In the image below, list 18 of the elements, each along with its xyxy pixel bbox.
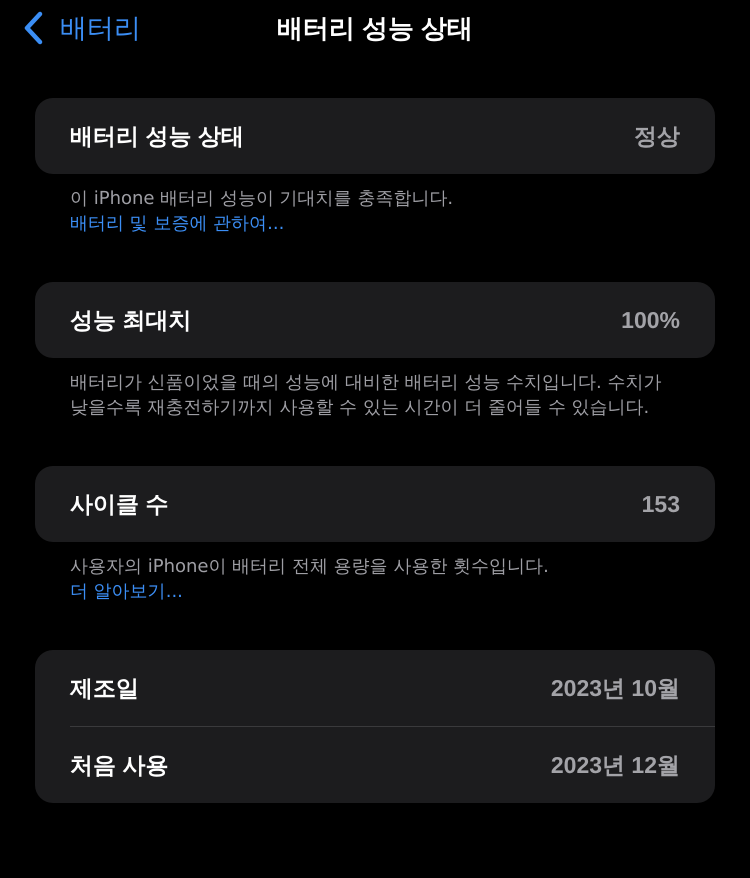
row-value: 153 [642,490,680,519]
footer-note: 사용자의 iPhone이 배터리 전체 용량을 사용한 횟수입니다. 더 알아보기... [69,555,550,604]
footer-note: 이 iPhone 배터리 성능이 기대치를 충족합니다. 배터리 및 보증에 관하여... [69,187,454,236]
page-title: 배터리 성능 상태 [276,12,474,44]
row-value: 2023년 10월 [550,674,680,703]
footer-link[interactable]: 더 알아보기... [70,581,183,602]
back-button[interactable]: 배터리 [22,8,141,48]
footer-link[interactable]: 배터리 및 보증에 관하여... [70,213,284,234]
row-label: 제조일 [70,674,139,703]
row-label: 성능 최대치 [70,306,192,335]
row-label: 사이클 수 [70,490,168,519]
footer-note: 배터리가 신품이었을 때의 성능에 대비한 배터리 성능 수치입니다. 수치가 낮을수록 재충전하기까지 사용할 수 있는 시간이 더 줄어들 수 있습니다. [69,371,662,420]
row-label: 처음 사용 [70,750,168,780]
chevron-left-icon [22,11,44,45]
row-value: 100% [621,306,680,335]
row-label: 배터리 성능 상태 [70,122,244,151]
row-value: 정상 [634,122,680,151]
row-value: 2023년 12월 [550,750,680,780]
